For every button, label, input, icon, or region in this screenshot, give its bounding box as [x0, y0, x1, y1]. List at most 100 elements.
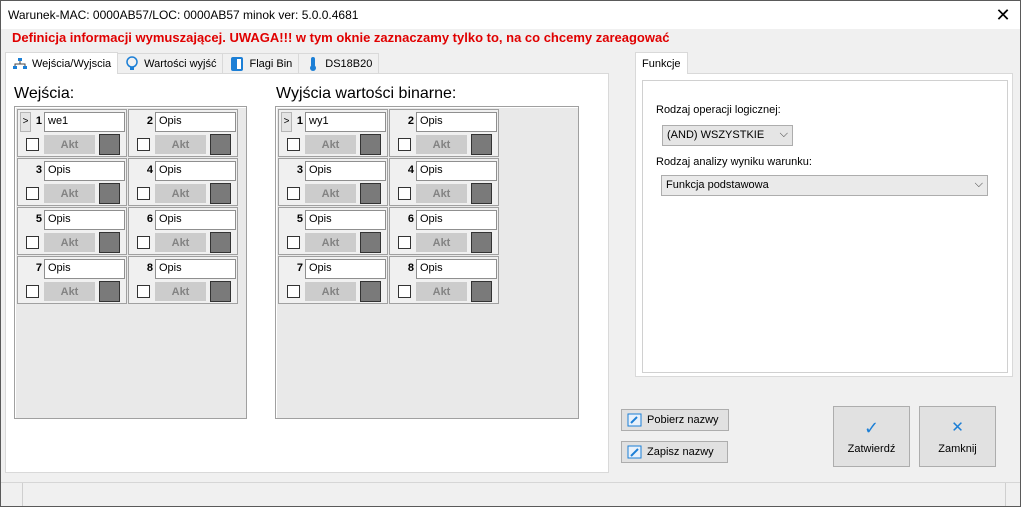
row-selector[interactable]: > — [281, 112, 292, 132]
output-checkbox[interactable] — [287, 236, 300, 249]
state-indicator — [99, 281, 120, 302]
state-indicator — [210, 183, 231, 204]
output-checkbox[interactable] — [398, 236, 411, 249]
save-names-button[interactable]: Zapisz nazwy — [621, 441, 728, 463]
analysis-type-select[interactable]: Funkcja podstawowa ⌵ — [661, 175, 988, 196]
outputs-title: Wyjścia wartości binarne: — [276, 85, 457, 102]
input-cell-1: > 1 we1 Akt — [17, 109, 127, 157]
output-cell-5: 5 Opis Akt — [278, 207, 388, 255]
row-selector[interactable]: > — [20, 112, 31, 132]
akt-button[interactable]: Akt — [155, 184, 206, 203]
input-number: 1 — [35, 115, 42, 127]
input-cell-6: 6 Opis Akt — [128, 207, 238, 255]
input-checkbox[interactable] — [26, 285, 39, 298]
output-checkbox[interactable] — [398, 187, 411, 200]
tab-ds18b20[interactable]: DS18B20 — [298, 53, 380, 74]
akt-button[interactable]: Akt — [44, 135, 95, 154]
functions-panel: Rodzaj operacji logicznej: (AND) WSZYSTK… — [635, 73, 1013, 377]
input-checkbox[interactable] — [26, 187, 39, 200]
output-number: 3 — [296, 164, 303, 176]
output-number: 6 — [407, 213, 414, 225]
output-name-field[interactable]: Opis — [305, 259, 386, 279]
output-name-field[interactable]: Opis — [305, 161, 386, 181]
tab-output-values[interactable]: Wartości wyjść — [117, 53, 224, 74]
close-icon: ✕ — [995, 4, 1011, 25]
input-name-field[interactable]: Opis — [155, 259, 236, 279]
output-cell-3: 3 Opis Akt — [278, 158, 388, 206]
akt-button[interactable]: Akt — [44, 184, 95, 203]
tab-label: DS18B20 — [325, 58, 373, 70]
save-names-label: Zapisz nazwy — [647, 446, 714, 458]
input-checkbox[interactable] — [26, 236, 39, 249]
input-checkbox[interactable] — [137, 138, 150, 151]
output-name-field[interactable]: Opis — [416, 112, 497, 132]
akt-button[interactable]: Akt — [155, 135, 206, 154]
output-name-field[interactable]: wy1 — [305, 112, 386, 132]
akt-button[interactable]: Akt — [416, 184, 467, 203]
output-checkbox[interactable] — [287, 138, 300, 151]
output-number: 2 — [407, 115, 414, 127]
state-indicator — [99, 232, 120, 253]
akt-button[interactable]: Akt — [416, 282, 467, 301]
input-checkbox[interactable] — [137, 236, 150, 249]
warning-message: Definicja informacji wymuszającej. UWAGA… — [12, 30, 670, 45]
tab-inputs-outputs[interactable]: Wejścia/Wyjscia — [5, 52, 119, 74]
cancel-button[interactable]: ✕ Zamknij — [919, 406, 996, 467]
output-checkbox[interactable] — [287, 187, 300, 200]
akt-button[interactable]: Akt — [155, 282, 206, 301]
status-panel — [1005, 483, 1006, 506]
input-cell-8: 8 Opis Akt — [128, 256, 238, 304]
tab-label: Flagi Bin — [249, 58, 293, 70]
status-panel — [5, 483, 23, 506]
akt-button[interactable]: Akt — [416, 135, 467, 154]
input-name-field[interactable]: Opis — [44, 259, 125, 279]
status-bar — [1, 482, 1020, 506]
akt-button[interactable]: Akt — [305, 282, 356, 301]
input-name-field[interactable]: Opis — [155, 161, 236, 181]
state-indicator — [99, 134, 120, 155]
state-indicator — [360, 281, 381, 302]
akt-button[interactable]: Akt — [305, 135, 356, 154]
output-name-field[interactable]: Opis — [416, 210, 497, 230]
fetch-names-label: Pobierz nazwy — [647, 414, 719, 426]
input-name-field[interactable]: Opis — [44, 210, 125, 230]
akt-button[interactable]: Akt — [305, 233, 356, 252]
close-window-button[interactable]: ✕ — [986, 1, 1020, 29]
output-name-field[interactable]: Opis — [416, 259, 497, 279]
input-name-field[interactable]: Opis — [155, 112, 236, 132]
input-checkbox[interactable] — [137, 187, 150, 200]
tab-functions[interactable]: Funkcje — [635, 52, 688, 74]
confirm-button[interactable]: ✓ Zatwierdź — [833, 406, 910, 467]
input-cell-5: 5 Opis Akt — [17, 207, 127, 255]
input-number: 6 — [146, 213, 153, 225]
analysis-type-value: Funkcja podstawowa — [666, 179, 769, 191]
akt-button[interactable]: Akt — [155, 233, 206, 252]
akt-button[interactable]: Akt — [44, 282, 95, 301]
title-bar: Warunek-MAC: 0000AB57/LOC: 0000AB57 mino… — [1, 1, 1020, 29]
tab-binary-flags[interactable]: Flagi Bin — [222, 53, 300, 74]
akt-button[interactable]: Akt — [416, 233, 467, 252]
akt-button[interactable]: Akt — [305, 184, 356, 203]
output-checkbox[interactable] — [287, 285, 300, 298]
input-checkbox[interactable] — [26, 138, 39, 151]
input-name-field[interactable]: we1 — [44, 112, 125, 132]
outputs-grid: > 1 wy1 Akt 2 Opis Akt 3 Opis Akt 4 Opis… — [275, 106, 579, 419]
output-cell-8: 8 Opis Akt — [389, 256, 499, 304]
input-cell-2: 2 Opis Akt — [128, 109, 238, 157]
close-icon: ✕ — [951, 418, 964, 436]
input-checkbox[interactable] — [137, 285, 150, 298]
output-name-field[interactable]: Opis — [305, 210, 386, 230]
fetch-names-button[interactable]: Pobierz nazwy — [621, 409, 729, 431]
logic-operation-select[interactable]: (AND) WSZYSTKIE ⌵ — [662, 125, 793, 146]
download-names-icon — [627, 412, 643, 428]
input-name-field[interactable]: Opis — [44, 161, 125, 181]
state-indicator — [99, 183, 120, 204]
input-number: 2 — [146, 115, 153, 127]
output-checkbox[interactable] — [398, 285, 411, 298]
input-number: 5 — [35, 213, 42, 225]
output-name-field[interactable]: Opis — [416, 161, 497, 181]
akt-button[interactable]: Akt — [44, 233, 95, 252]
input-name-field[interactable]: Opis — [155, 210, 236, 230]
functions-group: Rodzaj operacji logicznej: (AND) WSZYSTK… — [642, 80, 1008, 373]
output-checkbox[interactable] — [398, 138, 411, 151]
